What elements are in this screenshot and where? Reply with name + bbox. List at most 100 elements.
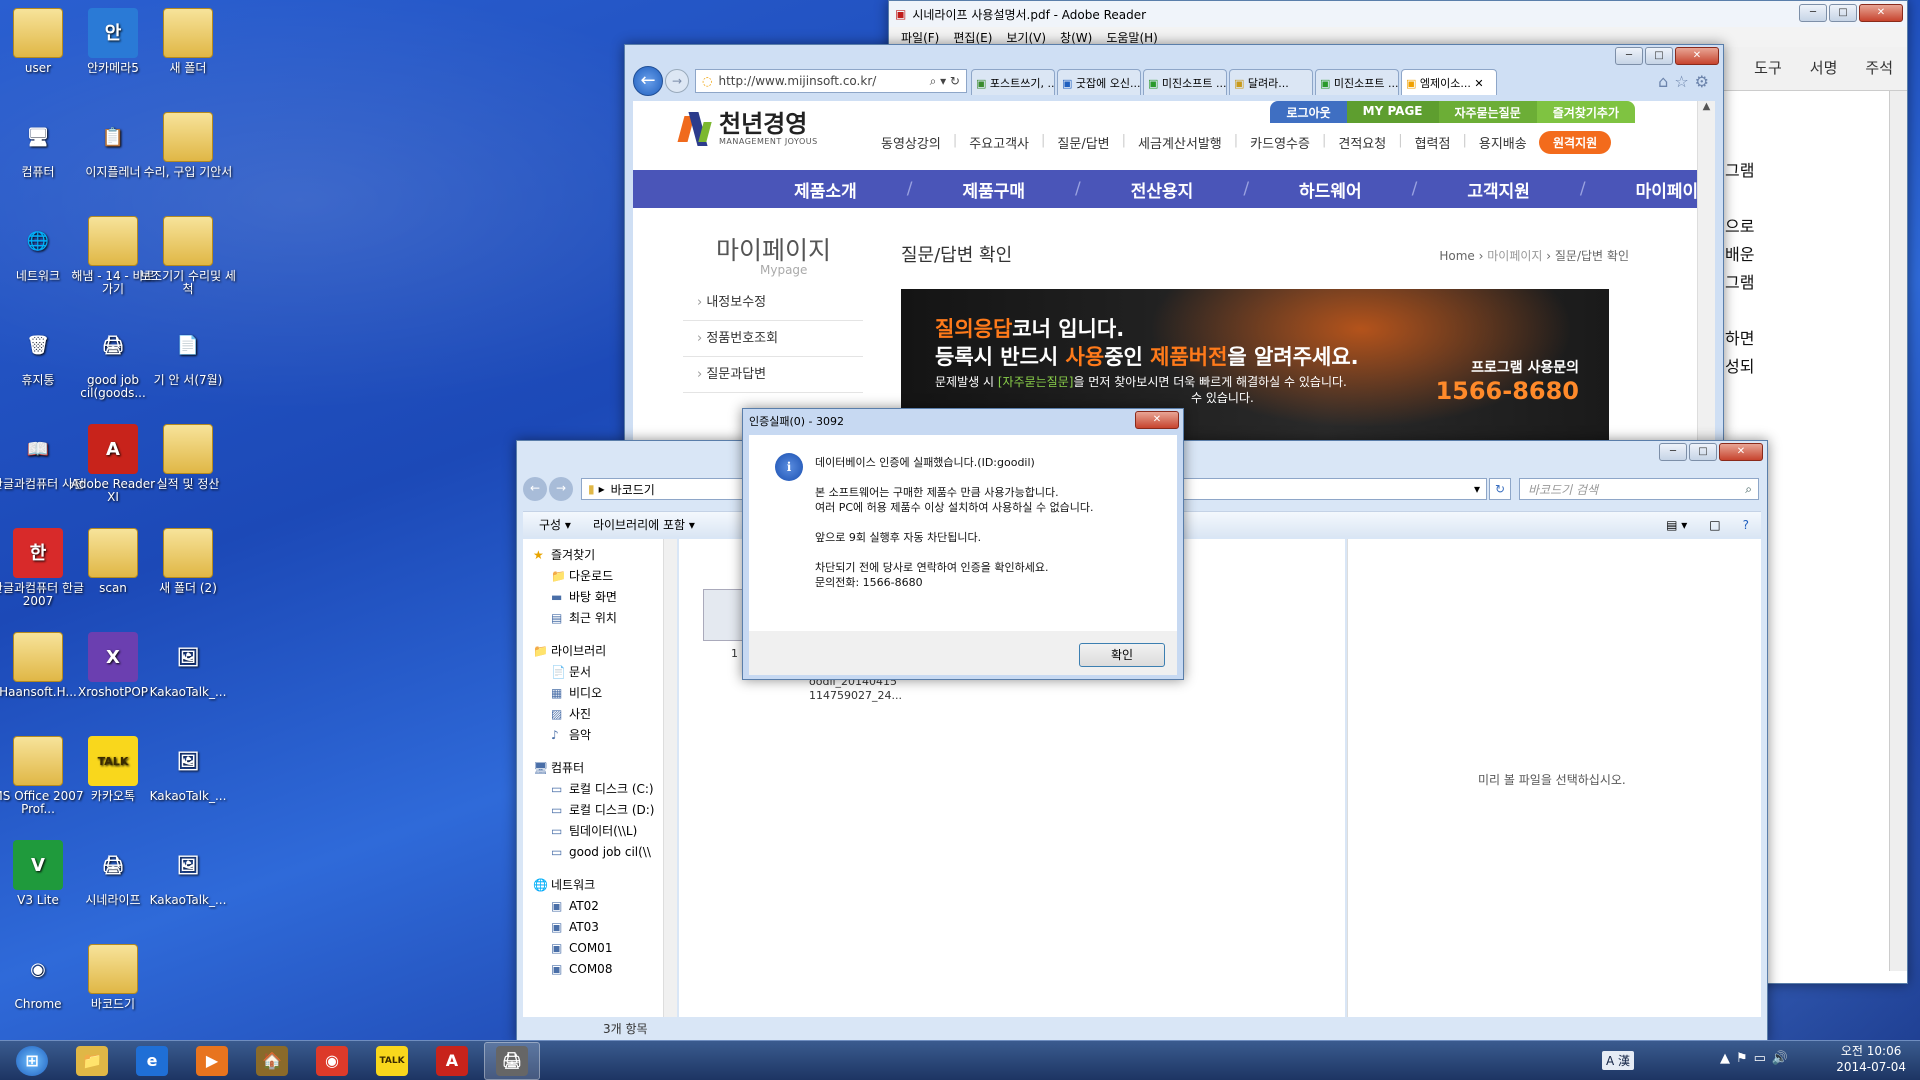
remote-support-button[interactable]: 원격지원 (1539, 131, 1612, 154)
search-input[interactable]: 바코드기 검색 ⌕ (1519, 478, 1759, 500)
taskbar-button[interactable]: A (424, 1042, 480, 1080)
menu-file[interactable]: 파일(F) (901, 29, 939, 46)
tray-icons[interactable]: ▲⚑▭🔊 (1720, 1051, 1794, 1066)
nav-pane-item[interactable]: ▭ 로컬 디스크 (D:) (523, 800, 671, 821)
close-tab-icon[interactable]: ✕ (1471, 77, 1483, 90)
logout-link[interactable]: 로그아웃 (1270, 101, 1347, 123)
bookmark-link[interactable]: 즐겨찾기추가 (1536, 101, 1635, 123)
maximize-button[interactable]: □ (1689, 443, 1717, 461)
home-icon[interactable]: ⌂☆⚙ (1658, 72, 1715, 91)
include-library-button[interactable]: 라이브러리에 포함 ▾ (593, 516, 695, 533)
sign-button[interactable]: 서명 (1810, 57, 1838, 78)
maximize-button[interactable]: □ (1829, 4, 1857, 22)
adobe-titlebar[interactable]: ▣ 시네라이프 사용설명서.pdf - Adobe Reader (889, 1, 1907, 27)
taskbar-button[interactable]: ▶ (184, 1042, 240, 1080)
nav-pane-item[interactable]: 🖥 컴퓨터 (523, 758, 671, 779)
menu-window[interactable]: 창(W) (1060, 29, 1092, 46)
nav-pane-item[interactable]: ▭ 팀데이터(\\L) (523, 821, 671, 842)
nav-pane-item[interactable]: ▦ 비디오 (523, 683, 671, 704)
taskbar-button[interactable]: 🖨 (484, 1041, 540, 1080)
comment-button[interactable]: 주석 (1865, 57, 1893, 78)
main-nav-item[interactable]: 전산용지 (1131, 177, 1194, 202)
nav-pane-item[interactable]: 🌐 네트워크 (523, 875, 671, 896)
nav-pane-item[interactable]: ▣ AT03 (523, 917, 671, 938)
taskbar-button[interactable]: e (124, 1042, 180, 1080)
main-nav-item[interactable]: 고객지원 (1467, 177, 1530, 202)
nav-pane-item[interactable]: ▭ 로컬 디스크 (C:) (523, 779, 671, 800)
site-logo[interactable]: 천년경영 MANAGEMENT JOYOUS (677, 111, 818, 146)
faq-link[interactable]: 자주묻는질문 (1438, 101, 1537, 123)
organize-button[interactable]: 구성 ▾ (539, 516, 571, 533)
desktop-icon[interactable]: 📁 실적 및 정산 (140, 424, 236, 491)
nav-pane-item[interactable]: ▣ AT02 (523, 896, 671, 917)
browser-tab[interactable]: ▣ 달려라... (1229, 69, 1313, 95)
menu-view[interactable]: 보기(V) (1006, 29, 1046, 46)
menu-edit[interactable]: 편집(E) (953, 29, 992, 46)
nav-pane-item[interactable]: 📄 문서 (523, 662, 671, 683)
browser-scrollbar[interactable]: ▲ (1697, 101, 1715, 441)
desktop-icon[interactable]: 📄 기 안 서(7월) (140, 320, 236, 387)
taskbar-button[interactable]: ◉ (304, 1042, 360, 1080)
desktop-icon[interactable]: 🖼 KakaoTalk_... (140, 840, 236, 907)
dialog-close-button[interactable]: ✕ (1135, 411, 1179, 429)
dropdown-arrow-icon[interactable]: ▾ (1474, 482, 1480, 496)
desktop-icon[interactable]: 📁 새 폴더 (140, 8, 236, 75)
nav-pane-item[interactable]: ▬ 바탕 화면 (523, 587, 671, 608)
tools-button[interactable]: 도구 (1754, 57, 1782, 78)
menu-help[interactable]: 도움말(H) (1106, 29, 1158, 46)
sub-nav-link[interactable]: 카드영수증 (1250, 133, 1310, 152)
ime-indicator[interactable]: A 漢 (1602, 1051, 1635, 1070)
preview-pane-icon[interactable]: □ (1709, 518, 1720, 532)
address-bar[interactable]: ◌ http://www.mijinsoft.co.kr/ ⌕ ▾ ↻ (695, 69, 967, 93)
browser-tab[interactable]: ▣ 굿잡에 오신... (1057, 69, 1141, 95)
forward-button[interactable]: → (549, 477, 573, 501)
desktop-icon[interactable]: 📁 바코드기 (65, 944, 161, 1011)
browser-window[interactable]: ─ □ ✕ ← → ◌ http://www.mijinsoft.co.kr/ ⌕ … (624, 44, 1724, 444)
adobe-scrollbar[interactable] (1889, 91, 1907, 971)
auth-failure-dialog[interactable]: 인증실패(0) - 3092 ✕ i 데이터베이스 인증에 실패했습니다.(ID… (742, 408, 1184, 680)
sub-nav-link[interactable]: 협력점 (1415, 133, 1451, 152)
minimize-button[interactable]: ─ (1659, 443, 1687, 461)
side-menu-item[interactable]: › 정품번호조회 (683, 321, 863, 357)
back-button[interactable]: ← (633, 66, 663, 96)
mypage-link[interactable]: MY PAGE (1346, 101, 1439, 123)
sub-nav-link[interactable]: 주요고객사 (969, 133, 1029, 152)
minimize-button[interactable]: ─ (1799, 4, 1827, 22)
desktop-icon[interactable]: 📁 보조기기 수리및 세척 (140, 216, 236, 296)
nav-pane-item[interactable]: ▤ 최근 위치 (523, 608, 671, 629)
taskbar-button[interactable]: 🏠 (244, 1042, 300, 1080)
side-menu-item[interactable]: › 내정보수정 (683, 285, 863, 321)
browser-tab[interactable]: ▣ 미진소프트 ... (1143, 69, 1227, 95)
ok-button[interactable]: 확인 (1079, 643, 1165, 667)
dialog-titlebar[interactable]: 인증실패(0) - 3092 (743, 409, 1183, 433)
refresh-button[interactable]: ↻ (1489, 478, 1511, 500)
browser-tab[interactable]: ▣ 미진소프트 ... (1315, 69, 1399, 95)
taskbar-button[interactable]: ⊞ (4, 1042, 60, 1080)
sub-nav-link[interactable]: 세금계산서발행 (1138, 133, 1222, 152)
nav-pane-item[interactable]: ▭ good job cil(\\ (523, 842, 671, 863)
view-options-icon[interactable]: ▤ ▾ (1666, 518, 1687, 532)
search-icon[interactable]: ⌕ (1745, 482, 1752, 497)
desktop-icon[interactable]: 📁 수리, 구입 기안서 (140, 112, 236, 179)
sub-nav-link[interactable]: 견적요청 (1338, 133, 1386, 152)
main-nav-item[interactable]: 하드웨어 (1299, 177, 1362, 202)
nav-pane-item[interactable]: ▨ 사진 (523, 704, 671, 725)
nav-pane-item[interactable]: ▣ COM01 (523, 938, 671, 959)
taskbar-button[interactable]: TALK (364, 1042, 420, 1080)
main-nav-item[interactable]: 제품구매 (962, 177, 1025, 202)
nav-pane-item[interactable]: 📁 라이브러리 (523, 641, 671, 662)
nav-pane-item[interactable]: ★ 즐겨찾기 (523, 545, 671, 566)
help-icon[interactable]: ? (1743, 518, 1749, 532)
taskbar-button[interactable]: 📁 (64, 1042, 120, 1080)
clock[interactable]: 오전 10:06 2014-07-04 (1836, 1043, 1906, 1075)
desktop-icon[interactable]: 🖼 KakaoTalk_... (140, 632, 236, 699)
file-item[interactable] (703, 589, 747, 641)
sub-nav-link[interactable]: 용지배송 (1479, 133, 1527, 152)
nav-pane-item[interactable]: ▣ COM08 (523, 959, 671, 980)
sub-nav-link[interactable]: 동영상강의 (881, 133, 941, 152)
desktop-icon[interactable]: 📁 새 폴더 (2) (140, 528, 236, 595)
browser-tab[interactable]: ▣ 엠제이소... ✕ (1401, 69, 1497, 95)
nav-pane-item[interactable]: ♪ 음악 (523, 725, 671, 746)
back-button[interactable]: ← (523, 477, 547, 501)
close-button[interactable]: ✕ (1859, 4, 1903, 22)
